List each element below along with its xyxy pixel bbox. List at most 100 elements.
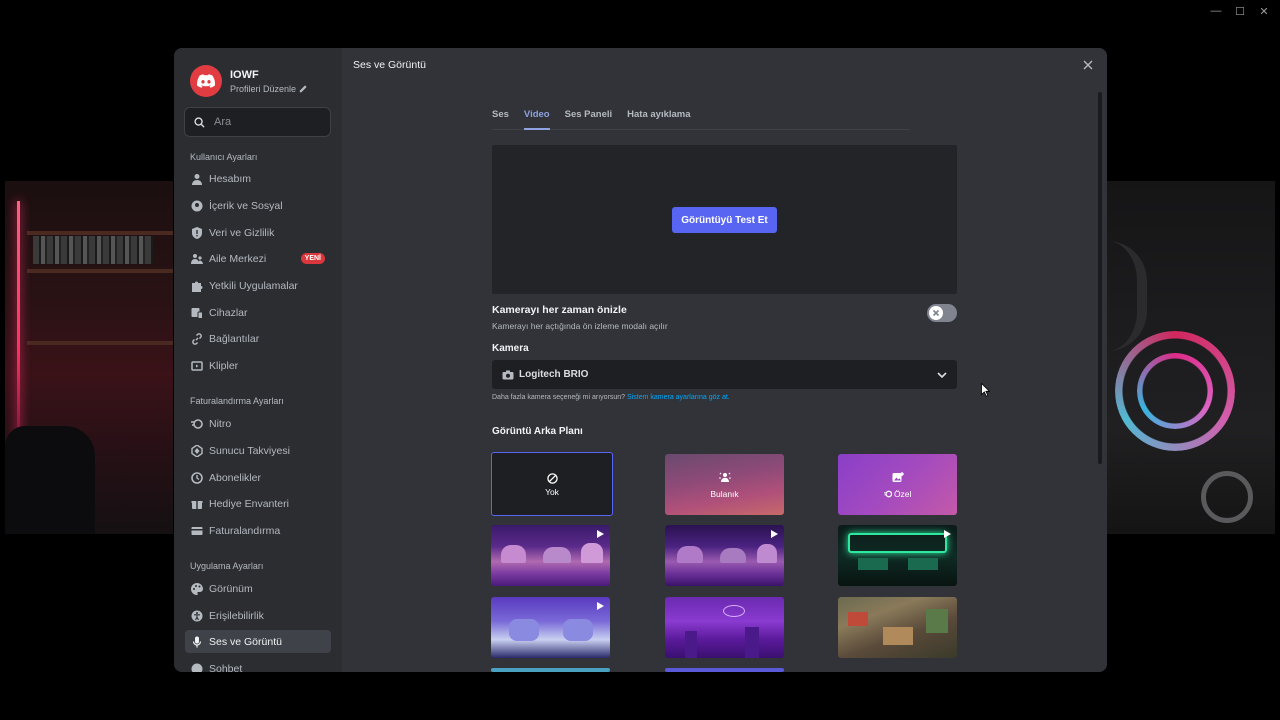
background-video-left bbox=[5, 181, 173, 534]
sidebar-item-label: Nitro bbox=[209, 417, 232, 430]
tab-bar: Ses Video Ses Paneli Hata ayıklama bbox=[492, 108, 910, 130]
background-option-image[interactable] bbox=[491, 597, 610, 658]
tab-video[interactable]: Video bbox=[523, 108, 550, 130]
search-box[interactable] bbox=[184, 107, 331, 137]
image-add-icon bbox=[838, 472, 957, 483]
settings-content: Ses ve Görüntü Ses Video Ses Paneli Hata… bbox=[342, 48, 1107, 672]
sidebar-item-label: Faturalandırma bbox=[209, 524, 281, 537]
pencil-icon bbox=[299, 84, 307, 92]
background-option-label: Özel bbox=[838, 489, 957, 499]
profile-header[interactable]: IOWF Profileri Düzenle bbox=[190, 65, 307, 97]
play-icon bbox=[595, 601, 605, 611]
background-option-image[interactable] bbox=[665, 525, 784, 586]
search-input[interactable] bbox=[214, 116, 324, 128]
sidebar-item-label: Abonelikler bbox=[209, 471, 261, 484]
background-option-image[interactable] bbox=[838, 525, 957, 586]
always-preview-title: Kamerayı her zaman önizle bbox=[492, 304, 627, 316]
settings-modal: IOWF Profileri Düzenle Kullanıcı Ayarlar… bbox=[174, 48, 1107, 672]
sidebar-item-gift-inventory[interactable]: Hediye Envanteri bbox=[185, 492, 331, 515]
close-button[interactable] bbox=[1081, 58, 1095, 72]
sidebar-item-voice-video[interactable]: Ses ve Görüntü bbox=[185, 630, 331, 653]
background-option-label-text: Özel bbox=[893, 489, 912, 499]
discord-logo-icon bbox=[197, 74, 215, 88]
sidebar-item-label: Aile Merkezi bbox=[209, 252, 267, 265]
sidebar-item-label: Sohbet bbox=[209, 662, 243, 673]
tab-debug[interactable]: Hata ayıklama bbox=[627, 108, 690, 130]
edit-profiles-link[interactable]: Profileri Düzenle bbox=[230, 84, 307, 94]
sidebar-item-clips[interactable]: Klipler bbox=[185, 354, 331, 377]
sidebar-item-devices[interactable]: Cihazlar bbox=[185, 301, 331, 324]
search-icon bbox=[194, 116, 205, 128]
background-option-none[interactable]: Yok bbox=[491, 452, 613, 516]
nitro-icon bbox=[883, 490, 892, 498]
always-preview-description: Kamerayı her açtığında ön izleme modalı … bbox=[492, 321, 668, 331]
subscriptions-icon bbox=[191, 471, 203, 484]
sidebar-item-label: Sunucu Takviyesi bbox=[209, 444, 290, 457]
none-icon bbox=[492, 473, 612, 484]
avatar bbox=[190, 65, 222, 97]
camera-icon bbox=[502, 370, 514, 379]
camera-label: Kamera bbox=[492, 343, 529, 354]
new-badge: YENİ bbox=[300, 253, 325, 264]
play-icon bbox=[942, 529, 952, 539]
toggle-knob bbox=[929, 306, 943, 320]
devices-icon bbox=[191, 307, 203, 319]
background-option-image[interactable] bbox=[838, 597, 957, 658]
sidebar-item-server-boost[interactable]: Sunucu Takviyesi bbox=[185, 439, 331, 462]
window-close-button[interactable]: ✕ bbox=[1252, 2, 1276, 20]
background-option-blur[interactable]: Bulanık bbox=[665, 454, 784, 515]
sidebar-item-label: İçerik ve Sosyal bbox=[209, 199, 283, 212]
sidebar-item-content-social[interactable]: İçerik ve Sosyal bbox=[185, 194, 331, 217]
maximize-button[interactable]: ☐ bbox=[1228, 2, 1252, 20]
section-title-app: Uygulama Ayarları bbox=[190, 561, 264, 571]
accessibility-icon bbox=[191, 610, 203, 622]
content-scrollbar[interactable] bbox=[1098, 92, 1102, 464]
sidebar-item-label: Hesabım bbox=[209, 172, 252, 185]
system-camera-settings-link[interactable]: Sistem kamera ayarlarına göz at. bbox=[627, 394, 730, 401]
mouse-cursor bbox=[981, 382, 991, 402]
sidebar-item-family-center[interactable]: Aile Merkezi YENİ bbox=[185, 247, 331, 270]
background-option-label: Bulanık bbox=[710, 489, 739, 499]
tab-voice[interactable]: Ses bbox=[492, 108, 509, 130]
sidebar-item-data-privacy[interactable]: Veri ve Gizlilik bbox=[185, 221, 331, 244]
background-option-image[interactable] bbox=[665, 597, 784, 658]
background-option-custom[interactable]: Özel bbox=[838, 454, 957, 515]
sidebar-item-chat[interactable]: Sohbet bbox=[185, 657, 331, 672]
sidebar-item-account[interactable]: Hesabım bbox=[185, 167, 331, 190]
tab-soundboard[interactable]: Ses Paneli bbox=[565, 108, 613, 130]
billing-icon bbox=[191, 525, 203, 537]
sidebar-item-billing[interactable]: Faturalandırma bbox=[185, 519, 331, 542]
video-background-title: Görüntü Arka Planı bbox=[492, 426, 583, 437]
sidebar-item-label: Ses ve Görüntü bbox=[209, 635, 282, 648]
background-video-right bbox=[1107, 181, 1275, 534]
edit-profiles-label: Profileri Düzenle bbox=[230, 83, 297, 94]
sidebar-item-label: Veri ve Gizlilik bbox=[209, 226, 275, 239]
page-title: Ses ve Görüntü bbox=[353, 59, 426, 71]
camera-selected-value: Logitech BRIO bbox=[519, 369, 589, 380]
sidebar-item-accessibility[interactable]: Erişilebilirlik bbox=[185, 604, 331, 627]
window-controls: — ☐ ✕ bbox=[1204, 2, 1276, 20]
blur-icon bbox=[665, 472, 784, 483]
sidebar-item-connections[interactable]: Bağlantılar bbox=[185, 327, 331, 350]
minimize-button[interactable]: — bbox=[1204, 2, 1228, 20]
sidebar-item-label: Cihazlar bbox=[209, 306, 248, 319]
sidebar-item-subscriptions[interactable]: Abonelikler bbox=[185, 466, 331, 489]
gift-icon bbox=[191, 498, 203, 510]
background-option-image[interactable] bbox=[491, 525, 610, 586]
x-icon bbox=[932, 309, 940, 317]
section-title-user: Kullanıcı Ayarları bbox=[190, 152, 258, 162]
sidebar-item-label: Erişilebilirlik bbox=[209, 609, 264, 622]
test-video-button[interactable]: Görüntüyü Test Et bbox=[672, 207, 777, 233]
background-option-image[interactable] bbox=[491, 668, 610, 672]
always-preview-toggle[interactable] bbox=[927, 304, 957, 322]
sidebar-item-authorized-apps[interactable]: Yetkili Uygulamalar bbox=[185, 274, 331, 297]
camera-select[interactable]: Logitech BRIO bbox=[492, 360, 957, 389]
sidebar-item-nitro[interactable]: Nitro bbox=[185, 412, 331, 435]
settings-sidebar: IOWF Profileri Düzenle Kullanıcı Ayarlar… bbox=[174, 48, 342, 672]
person-icon bbox=[191, 173, 203, 185]
background-option-image[interactable] bbox=[665, 668, 784, 672]
close-icon bbox=[1083, 60, 1093, 70]
sidebar-item-appearance[interactable]: Görünüm bbox=[185, 577, 331, 600]
sidebar-item-label: Hediye Envanteri bbox=[209, 497, 289, 510]
chat-icon bbox=[191, 663, 203, 672]
